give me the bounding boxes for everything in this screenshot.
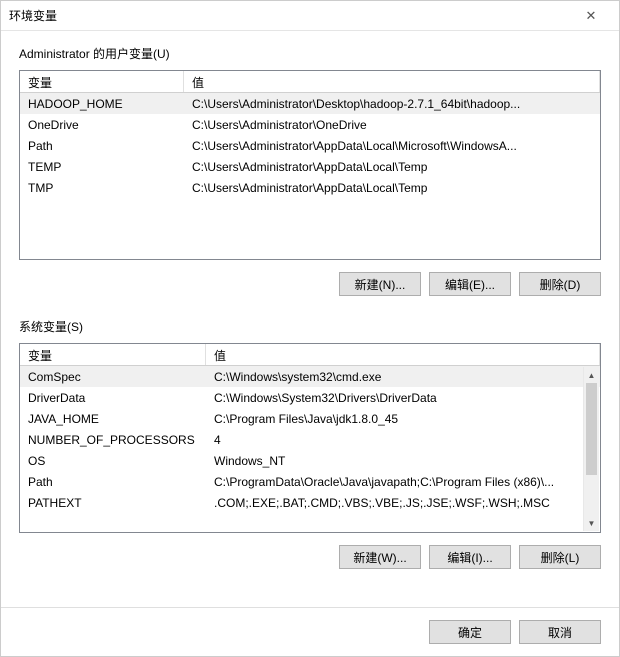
table-row[interactable]: JAVA_HOME C:\Program Files\Java\jdk1.8.0… bbox=[20, 408, 600, 429]
var-value: 4 bbox=[206, 431, 600, 449]
user-new-button[interactable]: 新建(N)... bbox=[339, 272, 421, 296]
column-header-value[interactable]: 值 bbox=[206, 344, 600, 365]
table-row[interactable]: OneDrive C:\Users\Administrator\OneDrive bbox=[20, 114, 600, 135]
user-vars-buttons: 新建(N)... 编辑(E)... 删除(D) bbox=[19, 260, 601, 304]
close-icon: ✕ bbox=[586, 8, 597, 24]
sys-vars-header: 变量 值 bbox=[20, 344, 600, 366]
var-value: C:\Windows\system32\cmd.exe bbox=[206, 368, 600, 386]
table-row[interactable]: ComSpec C:\Windows\system32\cmd.exe bbox=[20, 366, 600, 387]
env-vars-dialog: 环境变量 ✕ Administrator 的用户变量(U) 变量 值 HADOO… bbox=[0, 0, 620, 657]
table-row[interactable]: TMP C:\Users\Administrator\AppData\Local… bbox=[20, 177, 600, 198]
var-value: C:\Windows\System32\Drivers\DriverData bbox=[206, 389, 600, 407]
titlebar: 环境变量 ✕ bbox=[1, 1, 619, 31]
table-row[interactable]: Path C:\Users\Administrator\AppData\Loca… bbox=[20, 135, 600, 156]
scroll-up-icon[interactable]: ▲ bbox=[584, 367, 599, 383]
sys-vars-scrollbar[interactable]: ▲ ▼ bbox=[583, 367, 599, 531]
var-name: PATHEXT bbox=[20, 494, 206, 512]
sys-vars-label: 系统变量(S) bbox=[19, 318, 601, 335]
var-value: C:\Users\Administrator\OneDrive bbox=[184, 116, 600, 134]
var-name: Path bbox=[20, 473, 206, 491]
table-row[interactable]: NUMBER_OF_PROCESSORS 4 bbox=[20, 429, 600, 450]
column-header-value[interactable]: 值 bbox=[184, 71, 600, 92]
var-name: OS bbox=[20, 452, 206, 470]
sys-delete-button[interactable]: 删除(L) bbox=[519, 545, 601, 569]
var-name: OneDrive bbox=[20, 116, 184, 134]
dialog-content: Administrator 的用户变量(U) 变量 值 HADOOP_HOME … bbox=[1, 31, 619, 607]
var-name: TMP bbox=[20, 179, 184, 197]
sys-vars-buttons: 新建(W)... 编辑(I)... 删除(L) bbox=[19, 533, 601, 577]
table-row[interactable]: HADOOP_HOME C:\Users\Administrator\Deskt… bbox=[20, 93, 600, 114]
sys-vars-body: ComSpec C:\Windows\system32\cmd.exe Driv… bbox=[20, 366, 600, 513]
user-vars-list[interactable]: 变量 值 HADOOP_HOME C:\Users\Administrator\… bbox=[19, 70, 601, 260]
user-delete-button[interactable]: 删除(D) bbox=[519, 272, 601, 296]
dialog-footer: 确定 取消 bbox=[1, 607, 619, 656]
user-vars-header: 变量 值 bbox=[20, 71, 600, 93]
table-row[interactable]: TEMP C:\Users\Administrator\AppData\Loca… bbox=[20, 156, 600, 177]
table-row[interactable]: PATHEXT .COM;.EXE;.BAT;.CMD;.VBS;.VBE;.J… bbox=[20, 492, 600, 513]
var-name: Path bbox=[20, 137, 184, 155]
scroll-track[interactable] bbox=[584, 383, 599, 515]
user-edit-button[interactable]: 编辑(E)... bbox=[429, 272, 511, 296]
scroll-thumb[interactable] bbox=[586, 383, 597, 475]
var-name: JAVA_HOME bbox=[20, 410, 206, 428]
var-value: C:\Program Files\Java\jdk1.8.0_45 bbox=[206, 410, 600, 428]
var-name: HADOOP_HOME bbox=[20, 95, 184, 113]
table-row[interactable]: DriverData C:\Windows\System32\Drivers\D… bbox=[20, 387, 600, 408]
table-row[interactable]: Path C:\ProgramData\Oracle\Java\javapath… bbox=[20, 471, 600, 492]
var-value: C:\Users\Administrator\AppData\Local\Mic… bbox=[184, 137, 600, 155]
var-value: Windows_NT bbox=[206, 452, 600, 470]
var-name: DriverData bbox=[20, 389, 206, 407]
column-header-name[interactable]: 变量 bbox=[20, 344, 206, 365]
var-value: C:\Users\Administrator\AppData\Local\Tem… bbox=[184, 179, 600, 197]
var-name: TEMP bbox=[20, 158, 184, 176]
user-vars-body: HADOOP_HOME C:\Users\Administrator\Deskt… bbox=[20, 93, 600, 198]
cancel-button[interactable]: 取消 bbox=[519, 620, 601, 644]
scroll-down-icon[interactable]: ▼ bbox=[584, 515, 599, 531]
sys-new-button[interactable]: 新建(W)... bbox=[339, 545, 421, 569]
var-name: NUMBER_OF_PROCESSORS bbox=[20, 431, 206, 449]
window-title: 环境变量 bbox=[9, 7, 571, 24]
sys-edit-button[interactable]: 编辑(I)... bbox=[429, 545, 511, 569]
var-value: C:\Users\Administrator\Desktop\hadoop-2.… bbox=[184, 95, 600, 113]
var-value: .COM;.EXE;.BAT;.CMD;.VBS;.VBE;.JS;.JSE;.… bbox=[206, 494, 600, 512]
column-header-name[interactable]: 变量 bbox=[20, 71, 184, 92]
ok-button[interactable]: 确定 bbox=[429, 620, 511, 644]
var-value: C:\ProgramData\Oracle\Java\javapath;C:\P… bbox=[206, 473, 600, 491]
user-vars-label: Administrator 的用户变量(U) bbox=[19, 45, 601, 62]
table-row[interactable]: OS Windows_NT bbox=[20, 450, 600, 471]
var-value: C:\Users\Administrator\AppData\Local\Tem… bbox=[184, 158, 600, 176]
var-name: ComSpec bbox=[20, 368, 206, 386]
sys-vars-list[interactable]: 变量 值 ComSpec C:\Windows\system32\cmd.exe… bbox=[19, 343, 601, 533]
close-button[interactable]: ✕ bbox=[571, 2, 611, 30]
